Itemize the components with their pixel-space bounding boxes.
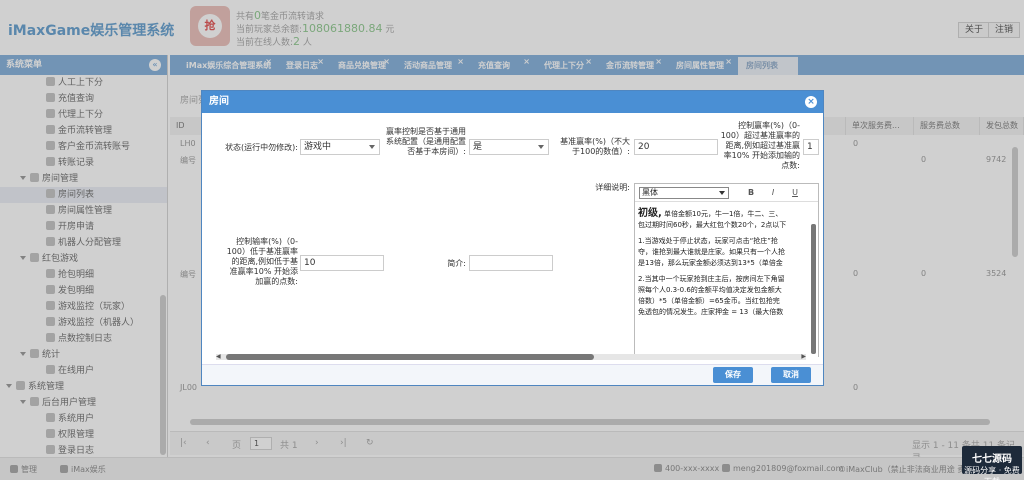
close-icon[interactable]: × — [805, 96, 817, 108]
italic-button[interactable]: I — [767, 187, 779, 199]
lose-ctrl-input[interactable]: 10 — [300, 255, 384, 271]
dialog-horizontal-scrollbar[interactable]: ◀ ▶ — [216, 353, 806, 360]
status-label: 状态(运行中勿修改): — [225, 143, 298, 152]
intro-input[interactable] — [469, 255, 553, 271]
bold-button[interactable]: B — [745, 187, 757, 199]
cancel-button[interactable]: 取消 — [771, 367, 811, 383]
dialog-form: 状态(运行中勿修改): 游戏中 赢率控制是否基于通用系统配置（是通用配置 否基于… — [206, 117, 819, 357]
rule-para1-line3: 是13倍，那么玩家金额必须达到13*5（单倍金 — [638, 259, 783, 267]
dialog-title: 房间 — [209, 96, 229, 107]
rule-line-2: 包过期时间60秒，最大红包个数20个，2点以下 — [638, 221, 787, 229]
rule-para1-line1: 1.当游戏处于停止状态，玩家可点击“抢庄”抢 — [638, 237, 778, 245]
base-rate-label: 基准赢率(%)（不大于100的数值）: — [560, 137, 630, 156]
watermark-logo: 七七源码 源码分享 · 免费下载 — [962, 446, 1022, 480]
detail-rich-editor[interactable]: 黑体 B I U 初级, 单倍金额10元，牛一1倍，牛二、三、包过期时间60秒，… — [634, 183, 819, 357]
intro-label: 简介: — [447, 259, 466, 268]
win-ctrl-label: 控制赢率(%)（0-100）超过基准赢率的距离,例如超过基准赢率10% 开始添加… — [720, 121, 800, 170]
watermark-sub: 源码分享 · 免费下载 — [964, 466, 1020, 480]
save-button[interactable]: 保存 — [713, 367, 753, 383]
base-rate-input[interactable]: 20 — [634, 139, 718, 155]
scrollbar-thumb[interactable] — [226, 354, 594, 360]
editor-scrollbar[interactable] — [811, 224, 816, 354]
use-global-label: 赢率控制是否基于通用系统配置（是通用配置 否基于本房间）: — [386, 127, 466, 156]
watermark-name: 七七源码 — [972, 454, 1012, 465]
dialog-footer: 保存 取消 — [202, 364, 823, 385]
win-ctrl-input[interactable]: 1 — [803, 139, 819, 155]
rule-para2-line1: 2.当其中一个玩家抢到庄主后，按房间左下角留 — [638, 275, 785, 283]
status-select[interactable]: 游戏中 — [300, 139, 380, 155]
underline-button[interactable]: U — [789, 187, 801, 199]
level-title: 初级, — [638, 208, 662, 219]
rule-line-1: 单倍金额10元，牛一1倍，牛二、三、 — [664, 210, 783, 218]
font-family-select[interactable]: 黑体 — [639, 187, 729, 199]
scroll-left-icon[interactable]: ◀ — [216, 353, 221, 360]
editor-content[interactable]: 初级, 单倍金额10元，牛一1倍，牛二、三、包过期时间60秒，最大红包个数20个… — [638, 208, 810, 323]
rule-para2-line4: 免透包的情况发生。庄家押金 = 13（最大倍数 — [638, 308, 784, 316]
dialog-header: 房间 × — [202, 91, 823, 113]
lose-ctrl-label: 控制输率(%)（0-100）低于基准赢率的距离,例如低于基准赢率10% 开始添加… — [226, 237, 298, 286]
scroll-right-icon[interactable]: ▶ — [801, 353, 806, 360]
rule-para2-line3: 倍数）*5（单倍金额）=65金币。当红包抢完 — [638, 297, 780, 305]
room-dialog: 房间 × 状态(运行中勿修改): 游戏中 赢率控制是否基于通用系统配置（是通用配… — [201, 90, 824, 386]
editor-toolbar: 黑体 B I U — [635, 184, 818, 202]
rule-para1-line2: 夺，谁抢到最大谁就是庄家。如果只有一个人抢 — [638, 248, 785, 256]
detail-label: 详细说明: — [595, 183, 630, 192]
use-global-select[interactable]: 是 — [469, 139, 549, 155]
rule-para2-line2: 照每个人0.3-0.6的金额平均值决定发包金额大 — [638, 286, 782, 294]
